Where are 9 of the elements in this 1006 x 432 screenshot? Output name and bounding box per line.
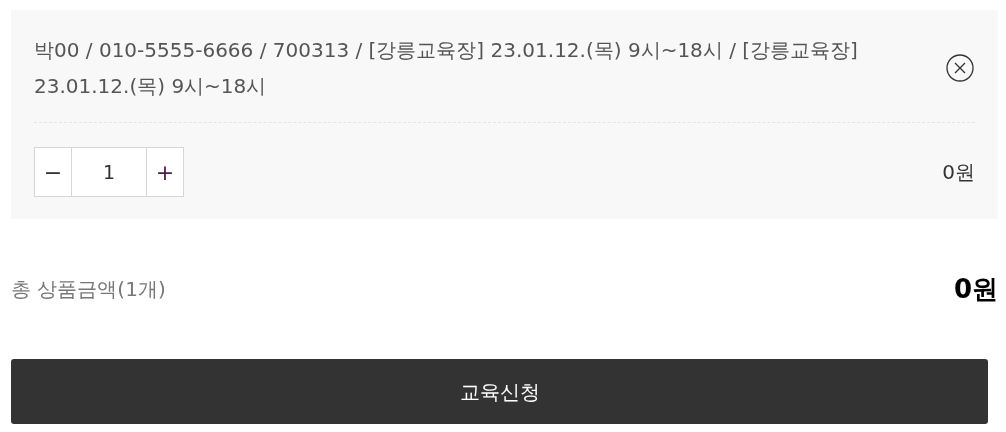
quantity-field[interactable]: 1 (72, 147, 146, 197)
submit-button[interactable]: 교육신청 (11, 359, 988, 424)
total-amount: 0원 (953, 272, 998, 306)
close-icon[interactable] (946, 54, 974, 82)
total-label: 총 상품금액(1개) (11, 276, 166, 303)
decrease-button[interactable]: − (34, 147, 72, 197)
option-description: 박00 / 010-5555-6666 / 700313 / [강릉교육장] 23.01.12.(목) 9시~18시 / [강릉교육장] 23.01.12.(목) 9시~18시 (34, 37, 859, 100)
increase-button[interactable]: + (146, 147, 184, 197)
option-price: 0원 (942, 159, 975, 186)
